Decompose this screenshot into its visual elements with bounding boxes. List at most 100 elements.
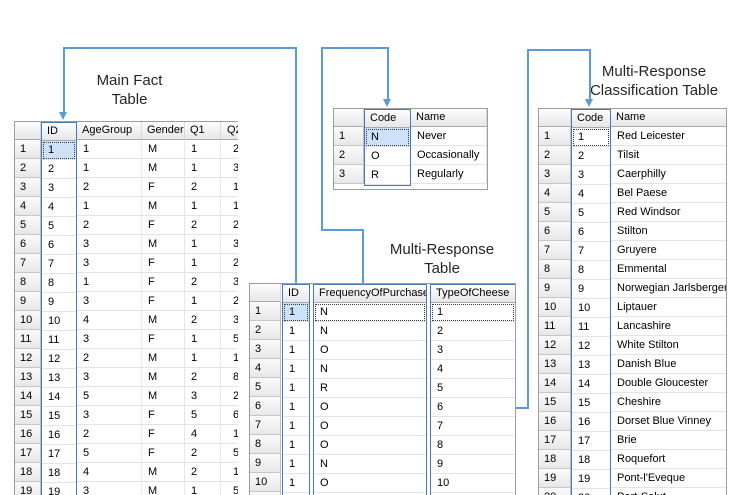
gender-cell[interactable]: M (142, 463, 185, 482)
name-cell[interactable]: Emmental (611, 260, 727, 279)
code-cell[interactable]: 5 (572, 204, 610, 223)
q2-cell[interactable]: 2 (221, 254, 238, 273)
code-cell[interactable]: 13 (572, 356, 610, 375)
gender-cell[interactable]: F (142, 292, 185, 311)
row-number-cell[interactable]: 9 (250, 454, 281, 473)
column-header-agegroup[interactable]: AgeGroup (77, 122, 142, 140)
frequency-cell[interactable]: O (314, 341, 426, 360)
row-number-cell[interactable]: 11 (15, 330, 41, 349)
id-cell[interactable]: 10 (42, 312, 76, 331)
id-cell[interactable]: 1 (283, 303, 309, 322)
id-cell[interactable]: 8 (42, 274, 76, 293)
q1-cell[interactable]: 2 (185, 178, 221, 197)
column-header-id[interactable]: ID (42, 123, 76, 141)
cheese-cell[interactable]: 3 (431, 341, 515, 360)
row-number-cell[interactable]: 8 (15, 273, 41, 292)
q2-cell[interactable]: 1 (221, 463, 238, 482)
gender-cell[interactable]: M (142, 235, 185, 254)
code-cell[interactable]: 10 (572, 299, 610, 318)
row-number-cell[interactable]: 19 (15, 482, 41, 495)
row-number-cell[interactable]: 4 (539, 184, 571, 203)
q2-cell[interactable]: 1 (221, 425, 238, 444)
row-number-cell[interactable]: 6 (539, 222, 571, 241)
id-cell[interactable]: 1 (283, 474, 309, 493)
q1-cell[interactable]: 2 (185, 216, 221, 235)
agegroup-cell[interactable]: 3 (77, 254, 142, 273)
row-number-cell[interactable]: 13 (15, 368, 41, 387)
column-header-code[interactable]: Code (572, 110, 610, 128)
row-number-cell[interactable]: 10 (15, 311, 41, 330)
q2-cell[interactable]: 5 (221, 330, 238, 349)
name-cell[interactable]: Double Gloucester (611, 374, 727, 393)
column-header-id[interactable]: ID (283, 285, 309, 303)
id-cell[interactable]: 2 (42, 160, 76, 179)
name-cell[interactable]: Norwegian Jarlsberger (611, 279, 727, 298)
id-cell[interactable]: 1 (42, 141, 76, 160)
q1-cell[interactable]: 1 (185, 292, 221, 311)
id-cell[interactable]: 19 (42, 483, 76, 495)
row-number-cell[interactable]: 12 (15, 349, 41, 368)
q2-cell[interactable]: 8 (221, 368, 238, 387)
column-header-gender[interactable]: Gender (142, 122, 185, 140)
name-cell[interactable]: Danish Blue (611, 355, 727, 374)
name-cell[interactable]: Red Windsor (611, 203, 727, 222)
q1-cell[interactable]: 3 (185, 387, 221, 406)
id-cell[interactable]: 5 (42, 217, 76, 236)
id-cell[interactable]: 1 (283, 417, 309, 436)
id-cell[interactable]: 15 (42, 407, 76, 426)
row-number-cell[interactable]: 1 (250, 302, 281, 321)
id-cell[interactable]: 14 (42, 388, 76, 407)
column-header-name[interactable]: Name (411, 109, 487, 127)
frequency-cell[interactable]: O (314, 474, 426, 493)
name-cell[interactable]: Pont-l'Eveque (611, 469, 727, 488)
row-number-cell[interactable]: 2 (539, 146, 571, 165)
row-number-cell[interactable]: 17 (539, 431, 571, 450)
q1-cell[interactable]: 1 (185, 197, 221, 216)
id-cell[interactable]: 1 (283, 360, 309, 379)
row-number-cell[interactable]: 14 (15, 387, 41, 406)
id-cell[interactable]: 13 (42, 369, 76, 388)
row-number-cell[interactable]: 9 (539, 279, 571, 298)
q2-cell[interactable]: 5 (221, 482, 238, 495)
agegroup-cell[interactable]: 2 (77, 216, 142, 235)
code-cell[interactable]: 16 (572, 413, 610, 432)
id-cell[interactable]: 7 (42, 255, 76, 274)
gender-cell[interactable]: F (142, 254, 185, 273)
name-cell[interactable]: Regularly (411, 165, 487, 184)
name-cell[interactable]: White Stilton (611, 336, 727, 355)
agegroup-cell[interactable]: 2 (77, 178, 142, 197)
id-cell[interactable]: 1 (283, 322, 309, 341)
gender-cell[interactable]: M (142, 197, 185, 216)
column-header-name[interactable]: Name (611, 109, 727, 127)
row-number-cell[interactable]: 7 (539, 241, 571, 260)
code-cell[interactable]: 3 (572, 166, 610, 185)
code-cell[interactable]: 18 (572, 451, 610, 470)
gender-cell[interactable]: F (142, 216, 185, 235)
q1-cell[interactable]: 2 (185, 444, 221, 463)
q2-cell[interactable]: 2 (221, 292, 238, 311)
id-cell[interactable]: 1 (283, 455, 309, 474)
id-cell[interactable]: 1 (283, 398, 309, 417)
q2-cell[interactable]: 1 (221, 178, 238, 197)
row-number-cell[interactable]: 5 (539, 203, 571, 222)
row-number-cell[interactable]: 15 (539, 393, 571, 412)
code-cell[interactable]: 14 (572, 375, 610, 394)
q1-cell[interactable]: 4 (185, 425, 221, 444)
q2-cell[interactable]: 2 (221, 216, 238, 235)
corner-header[interactable] (15, 122, 41, 140)
id-cell[interactable]: 3 (42, 179, 76, 198)
q2-cell[interactable]: 6 (221, 406, 238, 425)
gender-cell[interactable]: F (142, 425, 185, 444)
cheese-cell[interactable]: 2 (431, 322, 515, 341)
column-header-q2[interactable]: Q2 (221, 122, 238, 140)
gender-cell[interactable]: F (142, 330, 185, 349)
corner-header[interactable] (334, 109, 364, 127)
q1-cell[interactable]: 2 (185, 311, 221, 330)
row-number-cell[interactable]: 4 (250, 359, 281, 378)
row-number-cell[interactable]: 5 (15, 216, 41, 235)
name-cell[interactable]: Stilton (611, 222, 727, 241)
cheese-cell[interactable]: 10 (431, 474, 515, 493)
q1-cell[interactable]: 1 (185, 254, 221, 273)
row-number-cell[interactable]: 13 (539, 355, 571, 374)
q2-cell[interactable]: 3 (221, 235, 238, 254)
